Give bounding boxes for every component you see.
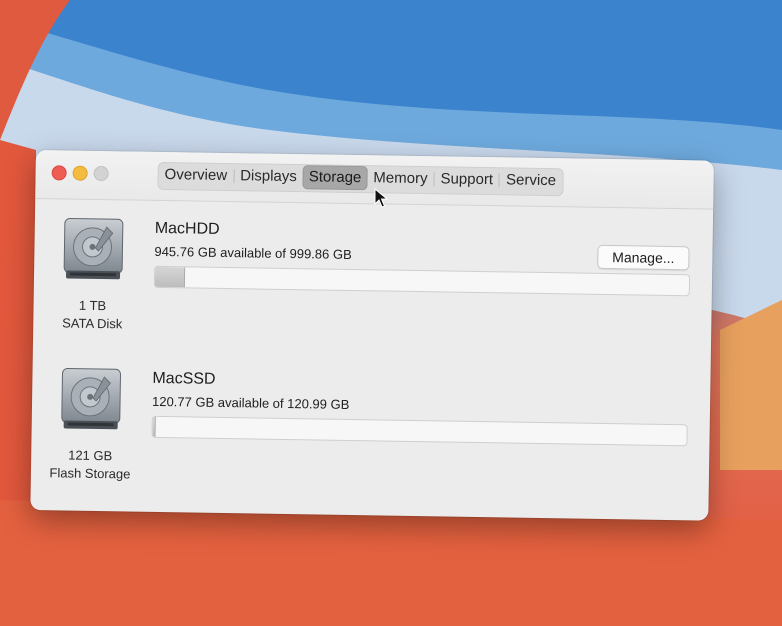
- maximize-button[interactable]: [93, 165, 109, 182]
- disk-capacity-label: 1 TB: [78, 297, 107, 314]
- disk-availability: 120.77 GB available of 120.99 GB: [151, 393, 350, 412]
- tab-overview[interactable]: Overview: [158, 163, 233, 188]
- tab-storage[interactable]: Storage: [302, 165, 368, 191]
- system-information-window: Overview Displays Storage Memory Support…: [30, 150, 714, 521]
- storage-usage-fill: [152, 416, 156, 437]
- disk-name: MacHDD: [154, 219, 220, 238]
- tab-displays[interactable]: Displays: [234, 164, 303, 189]
- disk-name: MacSSD: [152, 369, 216, 388]
- disk-type-label: SATA Disk: [62, 315, 123, 332]
- disk-type-label: Flash Storage: [49, 465, 131, 482]
- storage-usage-bar: [153, 265, 691, 297]
- close-button[interactable]: [51, 165, 67, 181]
- tab-support[interactable]: Support: [434, 167, 499, 192]
- hard-drive-icon: [63, 218, 124, 280]
- disk-availability: 945.76 GB available of 999.86 GB: [154, 243, 352, 262]
- tab-service[interactable]: Service: [500, 168, 562, 193]
- hard-drive-icon: [61, 368, 121, 430]
- minimize-button[interactable]: [72, 165, 88, 181]
- storage-usage-bar: [151, 415, 688, 447]
- manage-button[interactable]: Manage...: [597, 244, 690, 271]
- desktop-wallpaper: Overview Displays Storage Memory Support…: [0, 0, 782, 626]
- tab-bar: Overview Displays Storage Memory Support…: [157, 161, 564, 197]
- storage-usage-fill: [154, 266, 186, 288]
- mouse-pointer-icon: [374, 188, 388, 208]
- disk-capacity-label: 121 GB: [68, 447, 113, 464]
- disk-entry-macssd: 121 GB Flash Storage MacSSD 120.77 GB av…: [33, 358, 711, 482]
- disk-entry-machdd: 1 TB SATA Disk MacHDD 945.76 GB availabl…: [35, 208, 713, 331]
